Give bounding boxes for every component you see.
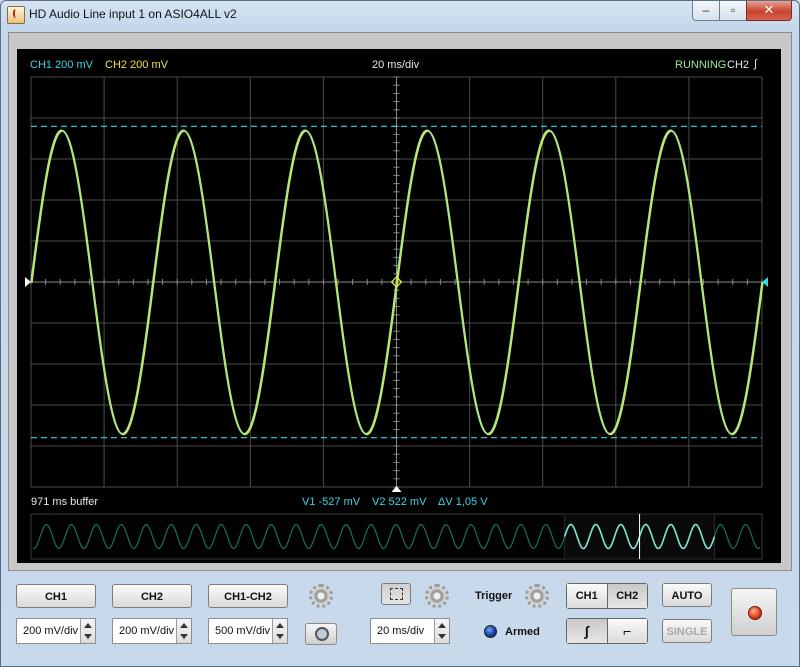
ch1-button[interactable]: CH1 [16, 584, 96, 608]
ch2-volts-div-spinner[interactable]: 200 mV/div [112, 618, 192, 644]
trigger-slope-icon: ∫ [754, 58, 758, 70]
close-icon: ✕ [763, 2, 775, 17]
spinner-arrows-icon[interactable] [176, 619, 191, 643]
ch1-volts-div-spinner[interactable]: 200 mV/div [16, 618, 96, 644]
maximize-button[interactable]: ▫ [719, 1, 747, 21]
buffer-label: 971 ms buffer [31, 496, 99, 508]
time-div-spinner[interactable]: 20 ms/div [370, 618, 450, 644]
timebase-settings-gear-icon[interactable] [425, 584, 449, 608]
ch2-button[interactable]: CH2 [112, 584, 192, 608]
math-settings-gear-icon[interactable] [309, 584, 333, 608]
trigger-slope-selector: ∫ ⌐ [566, 618, 648, 644]
ch1-scale-label: CH1 200 mV [30, 59, 93, 71]
rising-edge-icon[interactable]: ∫ [567, 619, 607, 643]
trigger-label: Trigger [475, 590, 513, 602]
v2-readout: V2 522 mV [372, 496, 427, 508]
auto-button[interactable]: AUTO [662, 583, 712, 607]
screenshot-camera-icon[interactable] [305, 623, 337, 645]
ch2-scale-label: CH2 200 mV [105, 59, 168, 71]
ch1-minus-ch2-button[interactable]: CH1-CH2 [208, 584, 288, 608]
maximize-icon: ▫ [730, 3, 736, 17]
window-title: HD Audio Line input 1 on ASIO4ALL v2 [29, 7, 237, 21]
v1-readout: V1 -527 mV [302, 496, 361, 508]
minimize-icon: – [702, 3, 710, 17]
java-app-icon [7, 6, 25, 24]
armed-label: Armed [505, 626, 540, 638]
math-volts-div-spinner[interactable]: 500 mV/div [208, 618, 288, 644]
run-status-label: RUNNING [675, 59, 727, 71]
trigger-ch2-button[interactable]: CH2 [606, 584, 647, 608]
time-div-value: 20 ms/div [377, 625, 425, 637]
spinner-arrows-icon[interactable] [272, 619, 287, 643]
run-stop-button[interactable] [731, 588, 777, 636]
spinner-arrows-icon[interactable] [80, 619, 95, 643]
trigger-source-selector: CH1 CH2 [566, 583, 648, 609]
armed-led-icon [484, 625, 497, 638]
trigger-settings-gear-icon[interactable] [525, 584, 549, 608]
title-bar[interactable]: HD Audio Line input 1 on ASIO4ALL v2 – ▫… [1, 1, 799, 29]
falling-edge-icon[interactable]: ⌐ [606, 619, 647, 643]
single-button[interactable]: SINGLE [662, 619, 712, 643]
cursor-toggle-button[interactable] [370, 582, 420, 608]
close-button[interactable]: ✕ [746, 1, 792, 21]
delta-v-readout: ΔV 1,05 V [438, 496, 488, 508]
trigger-ch1-button[interactable]: CH1 [567, 584, 607, 608]
timebase-label: 20 ms/div [372, 59, 420, 71]
ch1-volts-div-value: 200 mV/div [23, 625, 79, 637]
spinner-arrows-icon[interactable] [434, 619, 449, 643]
oscilloscope-display: CH1 200 mV CH2 200 mV 20 ms/div RUNNING … [17, 49, 781, 563]
run-led-icon [748, 606, 762, 620]
crosshair-icon [381, 583, 411, 605]
ch2-volts-div-value: 200 mV/div [119, 625, 175, 637]
math-volts-div-value: 500 mV/div [215, 625, 271, 637]
minimize-button[interactable]: – [692, 1, 720, 21]
scope-screen[interactable] [17, 49, 781, 563]
ch-ground-marker-left [25, 277, 31, 287]
trigger-source-label: CH2 [727, 59, 750, 71]
